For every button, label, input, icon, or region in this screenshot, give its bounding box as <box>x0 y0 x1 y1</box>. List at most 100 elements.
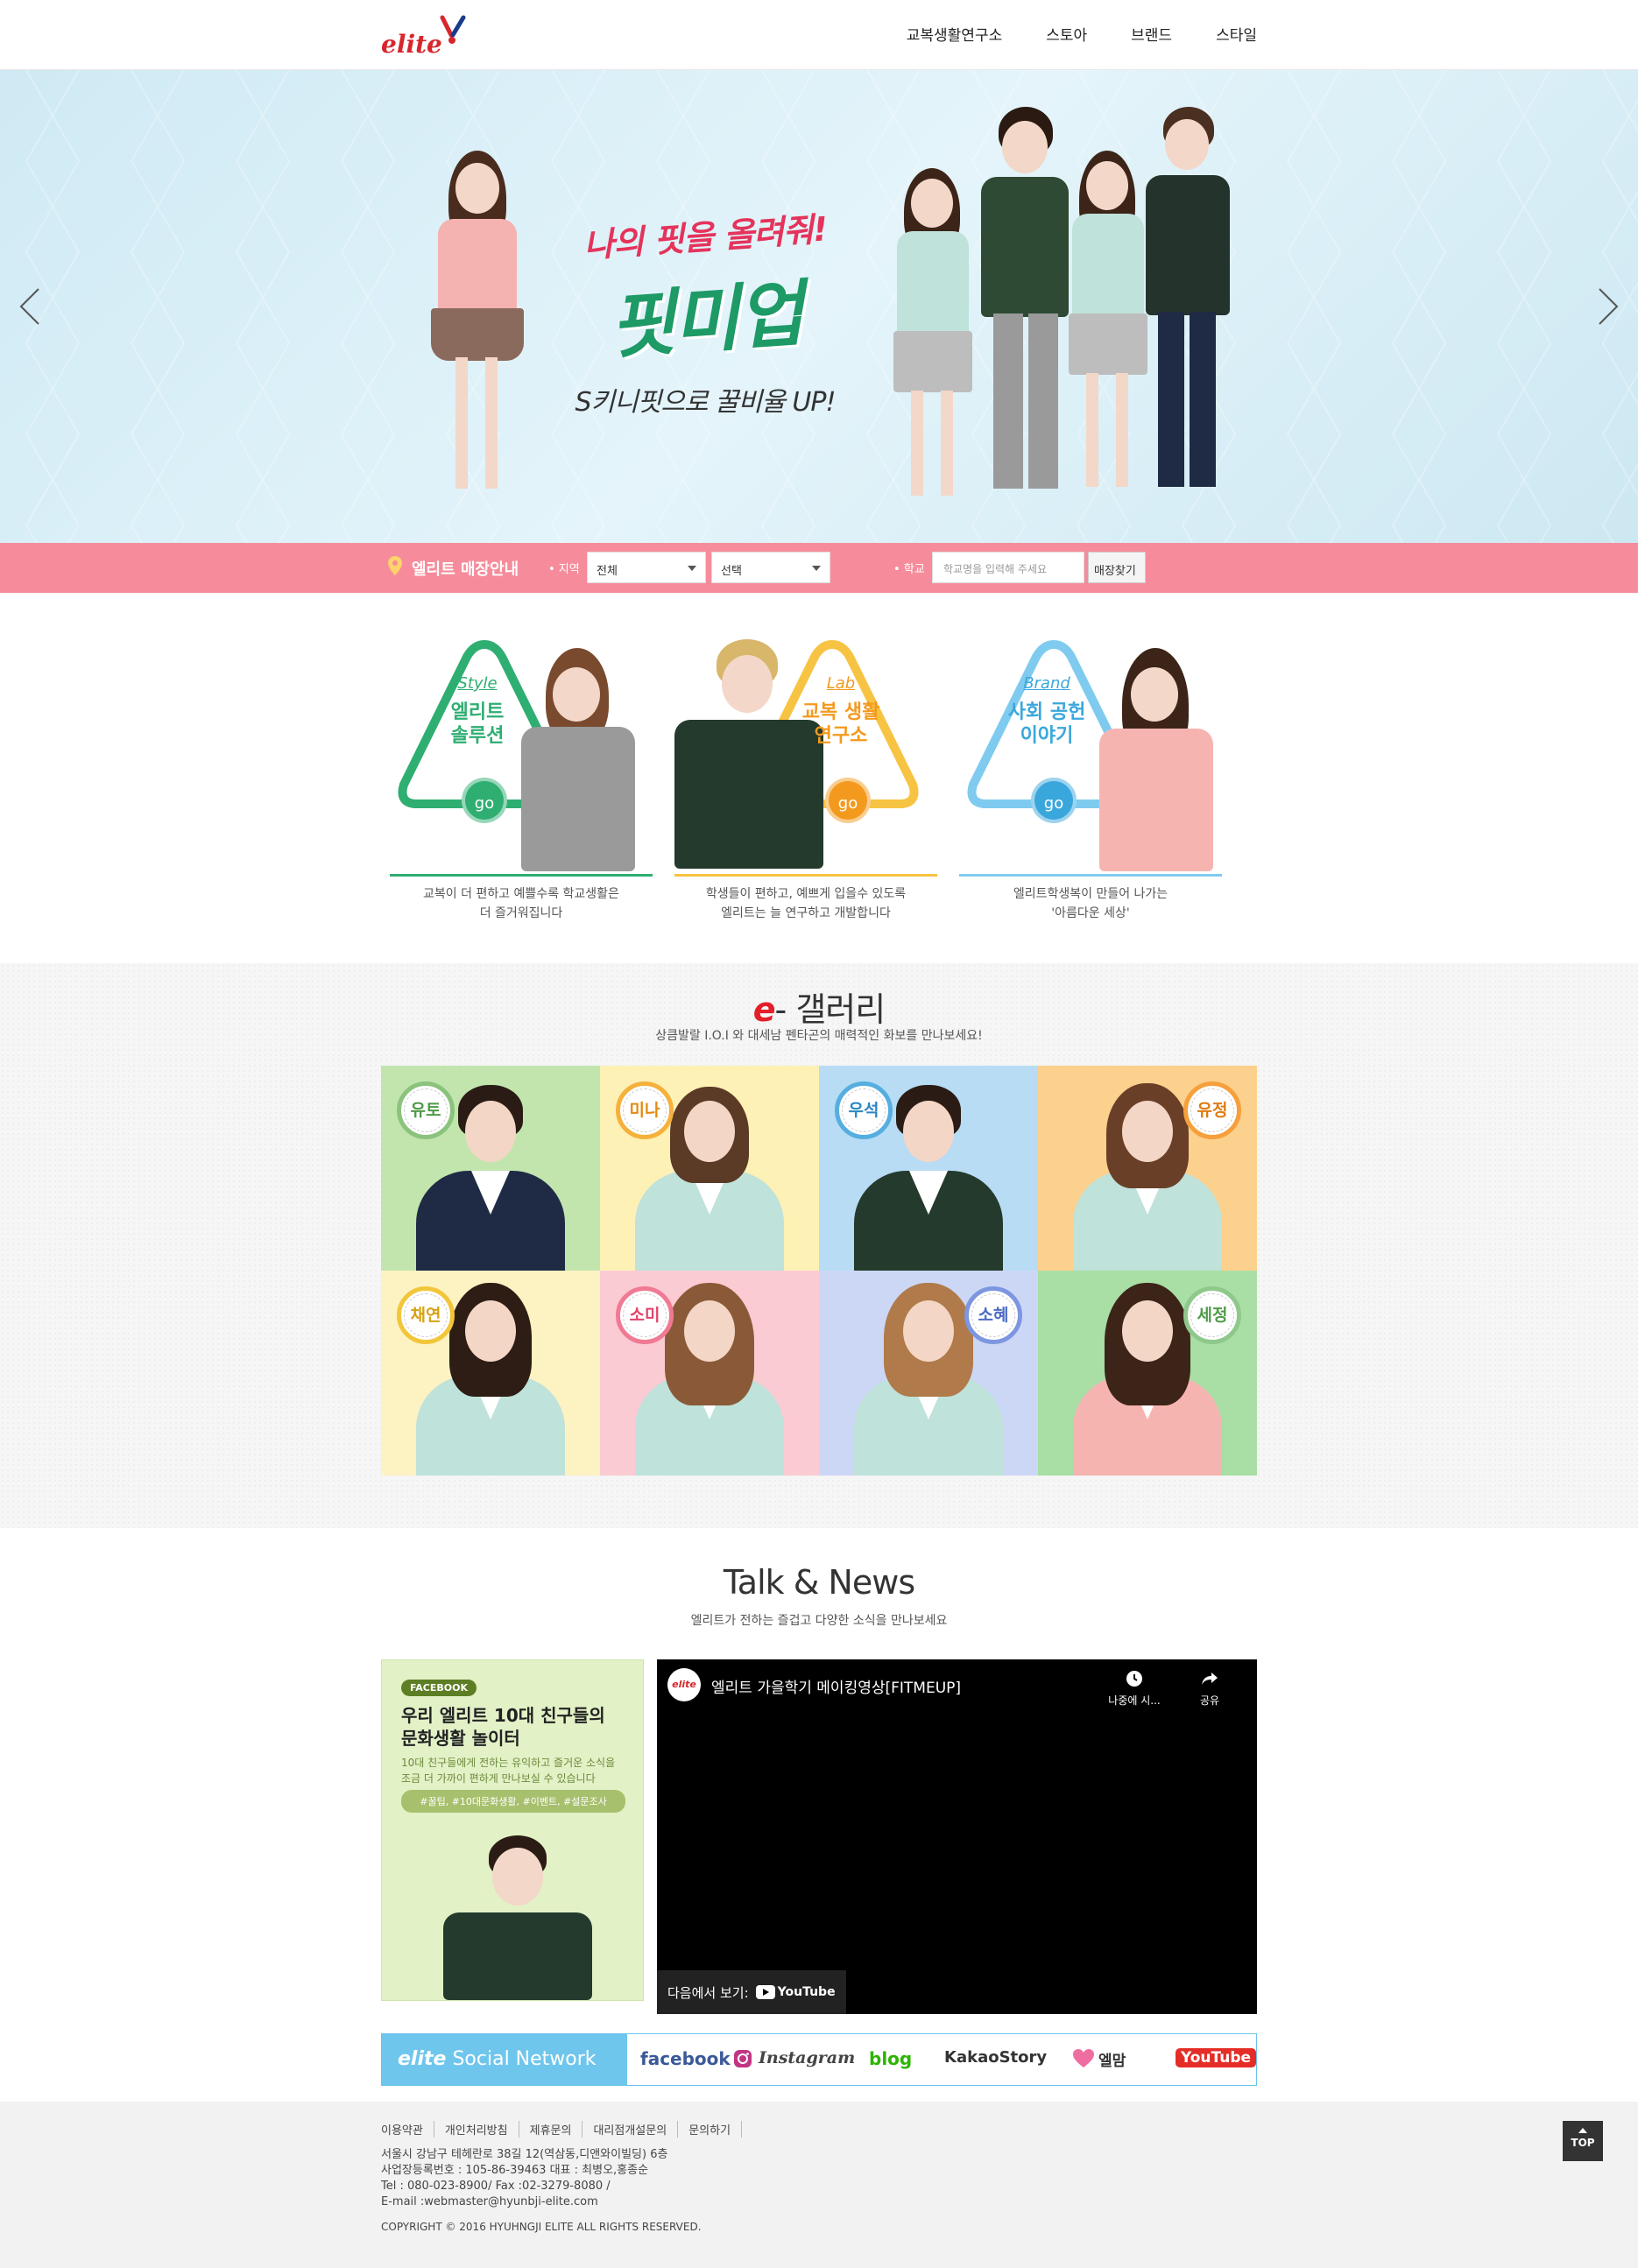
social-heading-text: Social Network <box>452 2048 597 2070</box>
kakaostory-link[interactable]: KakaoStory <box>944 2048 1047 2067</box>
watch-on-youtube[interactable]: 다음에서 보기: YouTube <box>657 1970 846 2014</box>
region-label: • 지역 <box>548 563 580 576</box>
nav-store[interactable]: 스토아 <box>1046 23 1087 45</box>
hero-line3: S키니핏으로 꿀비율 UP! <box>575 387 837 418</box>
instagram-link[interactable]: Instagram <box>759 2048 855 2067</box>
facebook-hashtags: #꿀팁, #10대문화생활, #이벤트, #설문조사 <box>401 1790 625 1813</box>
instagram-icon <box>734 2050 752 2067</box>
talk-news-title: Talk & News <box>723 1563 915 1602</box>
facebook-promo-desc-1: 10대 친구들에게 전하는 유익하고 즐거운 소식을 <box>401 1757 616 1769</box>
elmam-link[interactable]: 엘맘 <box>1098 2048 1126 2070</box>
gallery-tile[interactable]: 소혜 <box>819 1271 1038 1476</box>
gallery-title-text: - 갤러리 <box>774 990 886 1029</box>
logo-mark-icon <box>440 15 466 44</box>
prev-arrow-icon[interactable] <box>14 280 49 333</box>
card-lab-desc: 학생들이 편하고, 예쁘게 입을수 있도록 엘리트는 늘 연구하고 개발합니다 <box>674 884 937 923</box>
map-pin-icon <box>388 556 402 575</box>
gallery-tile[interactable]: 유정 <box>1038 1066 1257 1271</box>
company-registration: 사업장등록번호 : 105-86-39463 대표 : 최병오,홍종순 <box>381 2164 649 2177</box>
card-brand-model <box>1091 648 1222 871</box>
go-button[interactable]: go <box>462 778 507 823</box>
share-icon <box>1202 1673 1218 1685</box>
chevron-down-icon <box>688 566 696 571</box>
card-brand[interactable]: Brand 사회 공헌 이야기 go 엘리트학생복이 만들어 나가는 '아름다운… <box>950 630 1222 928</box>
footer-link-partnership[interactable]: 제휴문의 <box>519 2121 583 2138</box>
card-lab[interactable]: Lab 교복 생활 연구소 go 학생들이 편하고, 예쁘게 입을수 있도록 엘… <box>666 630 937 928</box>
main-nav: 교복생활연구소 스토아 브랜드 스타일 <box>907 23 1257 45</box>
member-badge: 채연 <box>397 1286 455 1344</box>
footer-link-agency[interactable]: 대리점개설문의 <box>582 2121 679 2138</box>
logo-text: elite <box>381 30 442 59</box>
company-info: 서울시 강남구 테헤란로 38길 12(역삼동,디앤와이빌딩) 6층 사업장등록… <box>381 2147 667 2210</box>
company-phone: Tel : 080-023-8900/ Fax :02-3279-8080 / <box>381 2180 611 2193</box>
card-lab-title-2: 연구소 <box>814 725 868 747</box>
card-lab-desc-1: 학생들이 편하고, 예쁘게 입을수 있도록 <box>705 887 907 901</box>
nav-style[interactable]: 스타일 <box>1216 23 1257 45</box>
go-button[interactable]: go <box>1031 778 1077 823</box>
gallery-tile[interactable]: 미나 <box>600 1066 819 1271</box>
hero-model-1 <box>885 168 981 518</box>
card-brand-title: 사회 공헌 이야기 <box>985 701 1108 748</box>
watch-on-label: 다음에서 보기: <box>667 1984 749 2001</box>
store-title: 엘리트 매장안내 <box>412 560 519 579</box>
hero-model-4 <box>1139 107 1235 518</box>
card-brand-desc-1: 엘리트학생복이 만들어 나가는 <box>1013 887 1168 901</box>
card-lab-line <box>674 874 937 877</box>
company-address: 서울시 강남구 테헤란로 38길 12(역삼동,디앤와이빌딩) 6층 <box>381 2148 668 2161</box>
region-select[interactable]: 전체 <box>587 552 706 583</box>
member-badge: 유정 <box>1183 1081 1241 1139</box>
card-style-desc-1: 교복이 더 편하고 예쁠수록 학교생활은 <box>423 887 619 901</box>
nav-uniform-lab[interactable]: 교복생활연구소 <box>907 23 1002 45</box>
footer: 이용약관 개인처리방침 제휴문의 대리점개설문의 문의하기 서울시 강남구 테헤… <box>0 2102 1638 2268</box>
footer-link-privacy[interactable]: 개인처리방침 <box>434 2121 519 2138</box>
social-brand: elite <box>398 2048 447 2070</box>
gallery-subtitle: 상큼발랄 I.O.I 와 대세남 펜타곤의 매력적인 화보를 만나보세요! <box>655 1029 983 1043</box>
hero-model-left <box>412 151 543 518</box>
member-badge: 미나 <box>616 1081 674 1139</box>
gallery-tile[interactable]: 소미 <box>600 1271 819 1476</box>
region-select-value: 전체 <box>597 565 618 578</box>
nav-brand[interactable]: 브랜드 <box>1131 23 1172 45</box>
next-arrow-icon[interactable] <box>1589 280 1624 333</box>
scroll-top-button[interactable]: TOP <box>1563 2121 1603 2161</box>
card-style[interactable]: Style 엘리트 솔루션 go 교복이 더 편하고 예쁠수록 학교생활은 더 … <box>381 630 653 928</box>
chevron-down-icon <box>812 566 821 571</box>
watch-later-button[interactable]: 나중에 시... <box>1104 1670 1165 1708</box>
go-button[interactable]: go <box>825 778 871 823</box>
social-network-bar: elite Social Network facebook Instagram … <box>381 2033 1257 2086</box>
youtube-label: YouTube <box>777 1985 836 1999</box>
elite-logo[interactable]: elite <box>381 12 477 60</box>
youtube-link[interactable]: YouTube <box>1176 2048 1257 2067</box>
share-label: 공유 <box>1199 1694 1220 1707</box>
channel-avatar[interactable]: elite <box>667 1668 701 1701</box>
gallery-tile[interactable]: 우석 <box>819 1066 1038 1271</box>
facebook-promo-card[interactable]: FACEBOOK 우리 엘리트 10대 친구들의 문화생활 놀이터 10대 친구… <box>381 1659 644 2001</box>
youtube-video-player[interactable]: elite 엘리트 가을학기 메이킹영상[FITMEUP] 나중에 시... 공… <box>657 1659 1257 2014</box>
facebook-link[interactable]: facebook <box>640 2048 731 2069</box>
gallery-tile[interactable]: 채연 <box>381 1271 600 1476</box>
copyright: COPYRIGHT © 2016 HYUHNGJI ELITE ALL RIGH… <box>381 2221 702 2233</box>
feature-cards: Style 엘리트 솔루션 go 교복이 더 편하고 예쁠수록 학교생활은 더 … <box>381 630 1257 928</box>
facebook-promo-model <box>443 1835 592 2000</box>
card-brand-sub: Brand <box>1023 674 1070 693</box>
gallery-tile[interactable]: 유토 <box>381 1066 600 1271</box>
gallery-tile[interactable]: 세정 <box>1038 1271 1257 1476</box>
find-store-button[interactable]: 매장찾기 <box>1088 552 1146 583</box>
card-style-desc-2: 더 즐거워집니다 <box>479 906 563 920</box>
share-button[interactable]: 공유 <box>1179 1670 1240 1708</box>
district-select[interactable]: 선택 <box>711 552 830 583</box>
member-badge: 소혜 <box>964 1286 1022 1344</box>
youtube-play-icon <box>755 1985 775 1999</box>
card-brand-desc-2: '아름다운 세상' <box>1051 906 1130 920</box>
youtube-logo: YouTube <box>755 1985 836 1999</box>
facebook-promo-title-2: 문화생활 놀이터 <box>401 1728 520 1749</box>
clock-icon <box>1126 1671 1142 1687</box>
footer-link-terms[interactable]: 이용약관 <box>381 2121 434 2138</box>
video-title[interactable]: 엘리트 가을학기 메이킹영상[FITMEUP] <box>711 1675 961 1697</box>
card-brand-title-1: 사회 공헌 <box>1007 701 1086 723</box>
blog-link[interactable]: blog <box>869 2048 912 2069</box>
card-style-model <box>512 648 644 871</box>
footer-link-contact[interactable]: 문의하기 <box>678 2121 743 2138</box>
heart-icon <box>1073 2049 1094 2067</box>
school-input[interactable]: 학교명을 입력해 주세요 <box>932 552 1084 583</box>
